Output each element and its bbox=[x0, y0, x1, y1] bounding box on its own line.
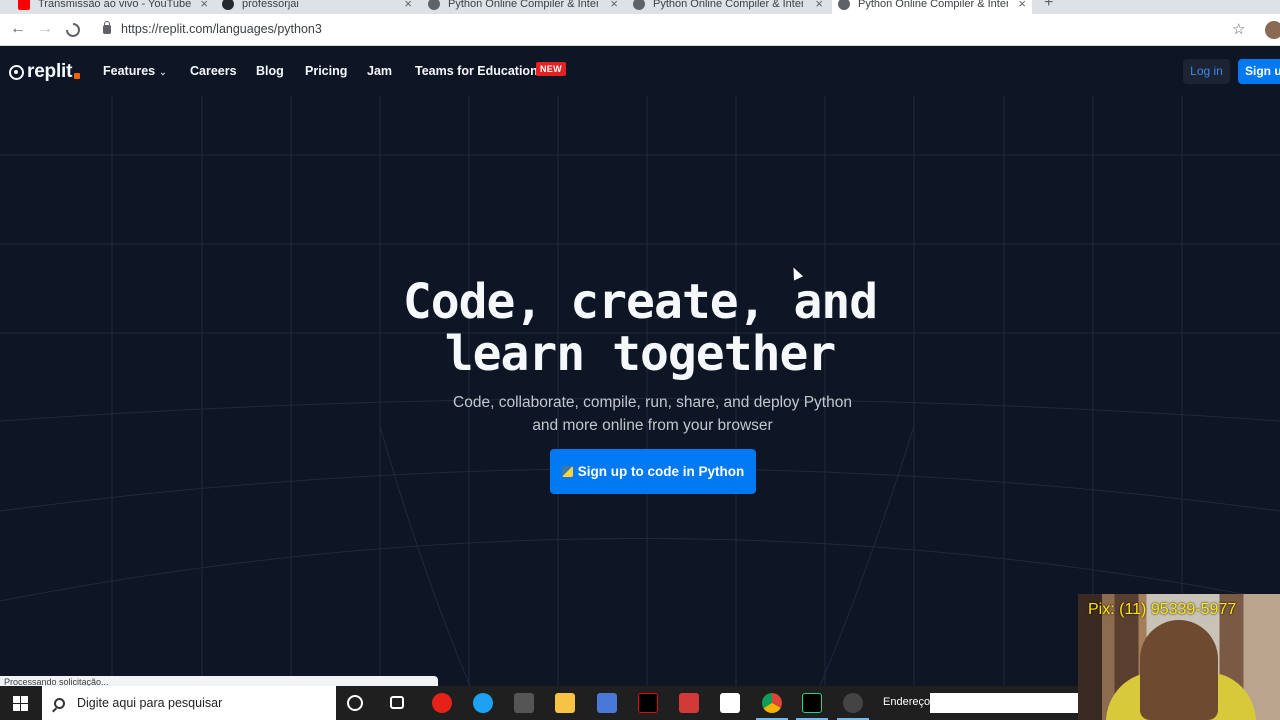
browser-tab-strip: Transmissão ao vivo - YouTube × professo… bbox=[0, 0, 1280, 14]
github-icon bbox=[222, 0, 234, 10]
stop-loading-icon[interactable] bbox=[63, 20, 83, 42]
hero-title-line-1: Code, create, and bbox=[402, 274, 878, 330]
replit-favicon-icon bbox=[838, 0, 850, 10]
forward-icon[interactable]: → bbox=[35, 20, 55, 38]
close-icon[interactable]: × bbox=[200, 0, 208, 11]
search-icon bbox=[54, 697, 65, 709]
netflix-icon[interactable] bbox=[638, 693, 658, 713]
webcam-overlay: Pix: (11) 95339-5977 bbox=[1078, 594, 1280, 720]
nav-careers[interactable]: Careers bbox=[190, 64, 237, 78]
site-navbar: replit Features ⌄ Careers Blog Pricing Ja… bbox=[0, 46, 1280, 96]
store-icon[interactable] bbox=[514, 693, 534, 713]
nav-features[interactable]: Features ⌄ bbox=[103, 64, 167, 78]
chevron-down-icon: ⌄ bbox=[159, 67, 167, 77]
signup-button[interactable]: Sign up bbox=[1238, 59, 1280, 84]
address-toolbar-label: Endereço bbox=[883, 696, 931, 708]
app-icon[interactable] bbox=[843, 693, 863, 713]
browser-tab-replit-2[interactable]: Python Online Compiler & Interp × bbox=[633, 0, 823, 14]
app-icon[interactable] bbox=[597, 693, 617, 713]
new-tab-button[interactable]: + bbox=[1044, 0, 1053, 12]
hero-subtitle: Code, collaborate, compile, run, share, … bbox=[420, 391, 885, 437]
close-icon[interactable]: × bbox=[610, 0, 618, 11]
media-player-icon[interactable] bbox=[432, 693, 452, 713]
tab-title: Python Online Compiler & Interp bbox=[448, 0, 598, 10]
replit-favicon-icon bbox=[633, 0, 645, 10]
obs-icon[interactable] bbox=[720, 693, 740, 713]
address-toolbar-input[interactable] bbox=[930, 693, 1080, 713]
file-explorer-icon[interactable] bbox=[555, 693, 575, 713]
tab-title: Transmissão ao vivo - YouTube bbox=[38, 0, 192, 10]
tab-title: Python Online Compiler & Interp bbox=[858, 0, 1008, 10]
nav-blog[interactable]: Blog bbox=[256, 64, 284, 78]
popcorn-icon[interactable] bbox=[679, 693, 699, 713]
new-badge: NEW bbox=[536, 62, 566, 76]
browser-tab-replit-1[interactable]: Python Online Compiler & Interp × bbox=[428, 0, 618, 14]
search-placeholder: Digite aqui para pesquisar bbox=[77, 696, 223, 710]
hero-subtitle-line-2: and more online from your browser bbox=[532, 417, 773, 434]
address-bar[interactable]: https://replit.com/languages/python3 bbox=[121, 22, 322, 36]
replit-logo[interactable]: replit bbox=[9, 61, 81, 83]
task-view-icon[interactable] bbox=[390, 696, 404, 709]
taskbar-search[interactable]: Digite aqui para pesquisar bbox=[42, 686, 336, 720]
hero-title-line-2: learn together bbox=[444, 326, 837, 382]
browser-tab-youtube[interactable]: Transmissão ao vivo - YouTube × bbox=[18, 0, 208, 14]
nav-jam[interactable]: Jam bbox=[367, 64, 392, 78]
bookmark-star-icon[interactable]: ☆ bbox=[1232, 20, 1245, 38]
close-icon[interactable]: × bbox=[815, 0, 823, 11]
profile-avatar[interactable] bbox=[1265, 21, 1280, 39]
lock-icon[interactable] bbox=[103, 21, 111, 34]
browser-tab-github[interactable]: professorjai × bbox=[222, 0, 412, 14]
python-icon bbox=[561, 466, 573, 477]
replit-favicon-icon bbox=[428, 0, 440, 10]
browser-tab-replit-active[interactable]: Python Online Compiler & Interp × bbox=[832, 0, 1032, 14]
nav-pricing[interactable]: Pricing bbox=[305, 64, 347, 78]
close-icon[interactable]: × bbox=[404, 0, 412, 11]
signup-python-button[interactable]: Sign up to code in Python bbox=[550, 449, 756, 494]
youtube-icon bbox=[18, 0, 30, 10]
pycharm-icon[interactable] bbox=[802, 693, 822, 713]
windows-start-icon[interactable] bbox=[13, 696, 28, 711]
tab-title: Python Online Compiler & Interp bbox=[653, 0, 803, 10]
hero-title: Code, create, and learn together bbox=[340, 276, 940, 380]
replit-page: replit Features ⌄ Careers Blog Pricing Ja… bbox=[0, 46, 1280, 686]
nav-features-label: Features bbox=[103, 64, 156, 78]
logo-text: replit bbox=[27, 61, 73, 82]
nav-teams-for-education[interactable]: Teams for Education bbox=[415, 64, 538, 78]
close-icon[interactable]: × bbox=[1018, 0, 1026, 11]
logo-accent-icon bbox=[74, 73, 81, 79]
pix-text: Pix: (11) 95339-5977 bbox=[1088, 601, 1237, 618]
person-head bbox=[1140, 620, 1218, 720]
login-button[interactable]: Log in bbox=[1183, 59, 1230, 84]
chrome-icon[interactable] bbox=[762, 693, 782, 713]
browser-toolbar: ← → https://replit.com/languages/python3… bbox=[0, 14, 1280, 46]
signup-python-label: Sign up to code in Python bbox=[577, 464, 745, 479]
tab-title: professorjai bbox=[242, 0, 299, 10]
back-icon[interactable]: ← bbox=[8, 20, 28, 38]
edge-icon[interactable] bbox=[473, 693, 493, 713]
replit-logo-icon bbox=[9, 64, 24, 80]
hero-subtitle-line-1: Code, collaborate, compile, run, share, … bbox=[453, 394, 852, 411]
cortana-icon[interactable] bbox=[347, 695, 363, 711]
